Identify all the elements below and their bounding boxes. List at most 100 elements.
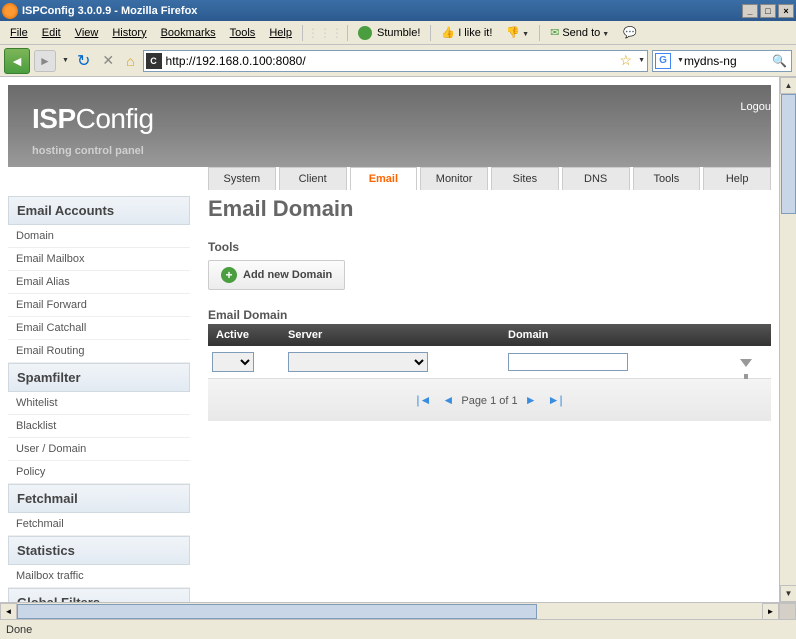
- url-bar[interactable]: C ☆ ▼: [143, 50, 648, 72]
- top-nav-tabs: SystemClientEmailMonitorSitesDNSToolsHel…: [8, 167, 771, 190]
- hscroll-thumb[interactable]: [17, 604, 537, 619]
- sidebar-section-global-filters: Global Filters: [8, 588, 190, 602]
- column-server[interactable]: Server: [288, 329, 508, 341]
- window-titlebar: ISPConfig 3.0.0.9 - Mozilla Firefox _ □ …: [0, 0, 796, 21]
- url-input[interactable]: [166, 54, 616, 68]
- menu-tools[interactable]: Tools: [224, 25, 262, 41]
- bookmark-star-icon[interactable]: ☆: [616, 52, 637, 69]
- table-filter-row: [208, 346, 771, 379]
- like-button[interactable]: 👍 I like it!: [435, 24, 498, 41]
- menu-bookmarks[interactable]: Bookmarks: [155, 25, 222, 41]
- filter-domain-input[interactable]: [508, 353, 628, 371]
- filter-icon[interactable]: [740, 359, 752, 367]
- url-dropdown[interactable]: ▼: [638, 57, 645, 64]
- add-domain-button[interactable]: + Add new Domain: [208, 260, 345, 290]
- sidebar-section-fetchmail: Fetchmail: [8, 484, 190, 513]
- window-title: ISPConfig 3.0.0.9 - Mozilla Firefox: [22, 5, 742, 17]
- chat-icon[interactable]: 💬: [617, 24, 643, 41]
- filter-server-select[interactable]: [288, 352, 428, 372]
- sidebar-item-email-catchall[interactable]: Email Catchall: [8, 317, 190, 340]
- dislike-button[interactable]: 👎▼: [500, 24, 535, 41]
- stumble-button[interactable]: Stumble!: [352, 24, 426, 42]
- next-page-icon[interactable]: ►: [521, 393, 541, 407]
- home-button[interactable]: ⌂: [122, 53, 138, 69]
- main-content: Email Domain Tools + Add new Domain Emai…: [208, 190, 771, 602]
- maximize-button[interactable]: □: [760, 4, 776, 18]
- sidebar-item-mailbox-traffic[interactable]: Mailbox traffic: [8, 565, 190, 588]
- google-icon[interactable]: G: [655, 53, 671, 69]
- column-active[interactable]: Active: [208, 329, 288, 341]
- reload-button[interactable]: ↻: [73, 51, 94, 71]
- sidebar-item-email-mailbox[interactable]: Email Mailbox: [8, 248, 190, 271]
- loading-icon: ⋮⋮⋮: [307, 26, 343, 40]
- browser-menubar: File Edit View History Bookmarks Tools H…: [0, 21, 796, 45]
- pagination: |◄ ◄ Page 1 of 1 ► ►|: [208, 379, 771, 421]
- horizontal-scrollbar[interactable]: ◄ ►: [0, 602, 796, 619]
- sidebar-section-statistics: Statistics: [8, 536, 190, 565]
- sidebar-section-spamfilter: Spamfilter: [8, 363, 190, 392]
- app-tagline: hosting control panel: [32, 145, 747, 157]
- tab-tools[interactable]: Tools: [633, 167, 701, 190]
- browser-viewport: ISPConfig hosting control panel Logou Sy…: [0, 77, 796, 619]
- search-box[interactable]: G ▼ 🔍: [652, 50, 792, 72]
- search-submit-icon[interactable]: 🔍: [770, 54, 789, 68]
- sendto-button[interactable]: ✉ Send to▼: [544, 24, 615, 41]
- tab-email[interactable]: Email: [350, 167, 418, 190]
- firefox-icon: [2, 3, 18, 19]
- site-favicon: C: [146, 53, 162, 69]
- sidebar-item-policy[interactable]: Policy: [8, 461, 190, 484]
- nav-back-button[interactable]: ◄: [4, 48, 30, 74]
- column-domain[interactable]: Domain: [508, 329, 721, 341]
- scroll-right-button[interactable]: ►: [762, 603, 779, 619]
- scroll-up-button[interactable]: ▲: [780, 77, 796, 94]
- tab-client[interactable]: Client: [279, 167, 347, 190]
- scroll-thumb[interactable]: [781, 94, 796, 214]
- first-page-icon[interactable]: |◄: [412, 393, 435, 407]
- logout-link[interactable]: Logou: [740, 101, 771, 113]
- search-engine-dropdown[interactable]: ▼: [677, 57, 684, 64]
- sidebar-item-fetchmail[interactable]: Fetchmail: [8, 513, 190, 536]
- sidebar-item-email-forward[interactable]: Email Forward: [8, 294, 190, 317]
- table-header: Active Server Domain: [208, 324, 771, 346]
- nav-forward-button: ►: [34, 50, 56, 72]
- last-page-icon[interactable]: ►|: [544, 393, 567, 407]
- prev-page-icon[interactable]: ◄: [438, 393, 458, 407]
- vertical-scrollbar[interactable]: ▲ ▼: [779, 77, 796, 619]
- add-button-label: Add new Domain: [243, 269, 332, 281]
- menu-view[interactable]: View: [69, 25, 105, 41]
- tab-system[interactable]: System: [208, 167, 276, 190]
- page-title: Email Domain: [208, 196, 771, 222]
- tab-help[interactable]: Help: [703, 167, 771, 190]
- app-logo: ISPConfig: [32, 103, 747, 135]
- close-button[interactable]: ×: [778, 4, 794, 18]
- tab-sites[interactable]: Sites: [491, 167, 559, 190]
- search-input[interactable]: [684, 54, 770, 68]
- nav-history-dropdown[interactable]: ▼: [62, 57, 69, 64]
- sidebar-item-domain[interactable]: Domain: [8, 225, 190, 248]
- sidebar-item-email-routing[interactable]: Email Routing: [8, 340, 190, 363]
- table-section-label: Email Domain: [208, 308, 771, 322]
- sidebar-section-email-accounts: Email Accounts: [8, 196, 190, 225]
- sidebar-item-user-domain[interactable]: User / Domain: [8, 438, 190, 461]
- sidebar-item-blacklist[interactable]: Blacklist: [8, 415, 190, 438]
- stop-button: ✕: [98, 52, 118, 69]
- menu-edit[interactable]: Edit: [36, 25, 67, 41]
- minimize-button[interactable]: _: [742, 4, 758, 18]
- tab-dns[interactable]: DNS: [562, 167, 630, 190]
- sidebar-item-email-alias[interactable]: Email Alias: [8, 271, 190, 294]
- status-text: Done: [6, 624, 32, 636]
- tab-monitor[interactable]: Monitor: [420, 167, 488, 190]
- page-info: Page 1 of 1: [461, 395, 517, 407]
- scroll-down-button[interactable]: ▼: [780, 585, 796, 602]
- menu-history[interactable]: History: [106, 25, 152, 41]
- sidebar-item-whitelist[interactable]: Whitelist: [8, 392, 190, 415]
- browser-statusbar: Done: [0, 619, 796, 639]
- plus-icon: +: [221, 267, 237, 283]
- tools-label: Tools: [208, 240, 771, 254]
- sidebar: Email AccountsDomainEmail MailboxEmail A…: [8, 190, 190, 602]
- menu-file[interactable]: File: [4, 25, 34, 41]
- app-header: ISPConfig hosting control panel Logou: [8, 85, 771, 167]
- filter-active-select[interactable]: [212, 352, 254, 372]
- menu-help[interactable]: Help: [263, 25, 298, 41]
- scroll-left-button[interactable]: ◄: [0, 603, 17, 619]
